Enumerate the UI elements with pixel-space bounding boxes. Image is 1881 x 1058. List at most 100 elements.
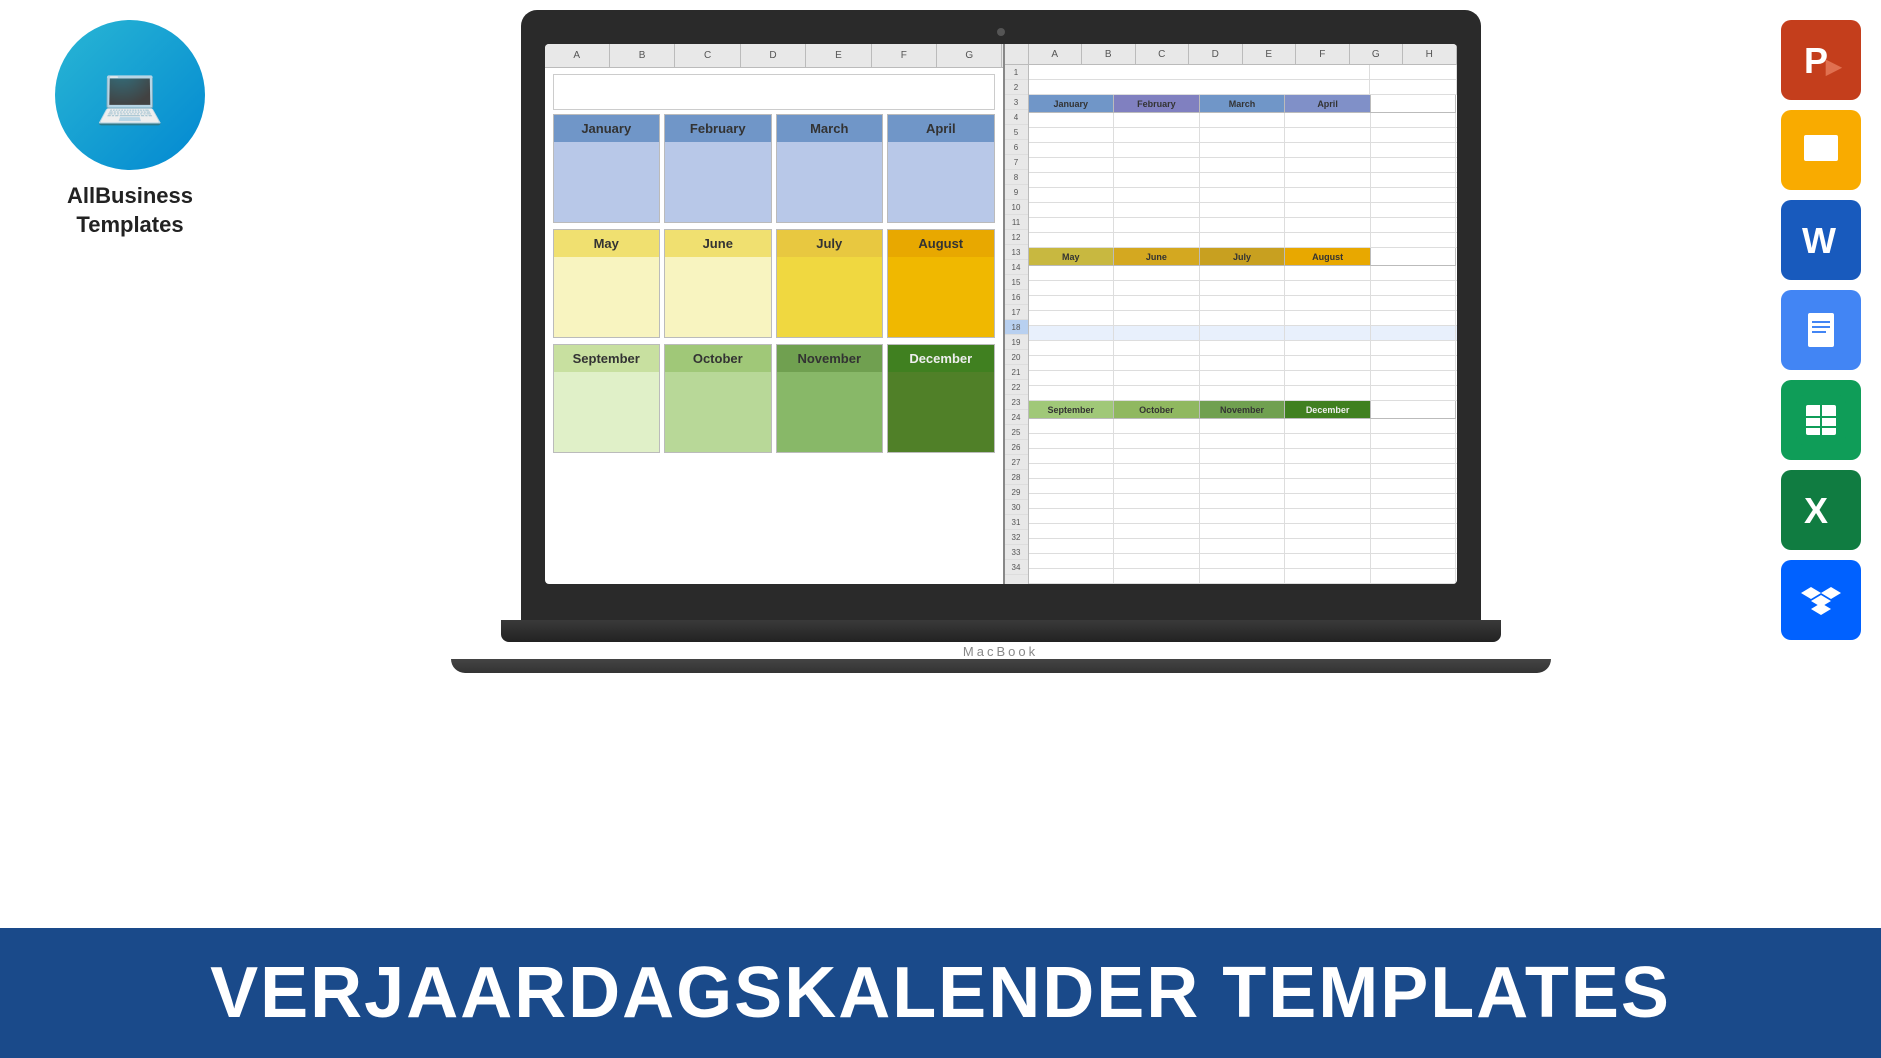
row-33: 33: [1005, 545, 1028, 560]
left-sidebar: 💻 AllBusiness Templates: [20, 20, 240, 239]
row-18: 18: [1005, 320, 1028, 335]
right-col-b: B: [1082, 44, 1136, 64]
right-sidebar: P ▶ W: [1781, 20, 1861, 640]
july-body: [777, 257, 883, 337]
row-12: 12: [1005, 230, 1028, 245]
month-april: April: [887, 114, 995, 223]
cell-2: [1029, 80, 1371, 94]
month-february: February: [664, 114, 772, 223]
data-row-9: [1029, 188, 1457, 203]
right-march-header: March: [1200, 95, 1286, 113]
row-32: 32: [1005, 530, 1028, 545]
right-august-header: August: [1285, 248, 1371, 266]
month-january: January: [553, 114, 661, 223]
month-august: August: [887, 229, 995, 338]
data-row-34: [1029, 569, 1457, 584]
calendar-left: January February March April: [545, 68, 1003, 584]
col-b: B: [610, 44, 675, 67]
dropbox-icon[interactable]: [1781, 560, 1861, 640]
row-6: 6: [1005, 140, 1028, 155]
february-header: February: [665, 115, 771, 142]
january-body: [554, 142, 660, 222]
august-body: [888, 257, 994, 337]
svg-text:▶: ▶: [1825, 56, 1843, 78]
row-3: 3: [1005, 95, 1028, 110]
november-body: [777, 372, 883, 452]
data-row-12: [1029, 233, 1457, 248]
month-october: October: [664, 344, 772, 453]
macbook-camera: [997, 28, 1005, 36]
october-header: October: [665, 345, 771, 372]
row-31: 31: [1005, 515, 1028, 530]
may-body: [554, 257, 660, 337]
right-h2-header: [1371, 248, 1457, 266]
row-29: 29: [1005, 485, 1028, 500]
data-row-11: [1029, 218, 1457, 233]
sheet-right: A B C D E F G H 1 2 3 4: [1005, 44, 1457, 584]
data-row-14: [1029, 266, 1457, 281]
february-body: [665, 142, 771, 222]
title-cell: [1029, 65, 1371, 79]
row-24: 24: [1005, 410, 1028, 425]
march-header: March: [777, 115, 883, 142]
title-row: [553, 74, 995, 110]
november-header: November: [777, 345, 883, 372]
row-22: 22: [1005, 380, 1028, 395]
google-sheets-icon[interactable]: [1781, 380, 1861, 460]
google-slides-icon[interactable]: [1781, 110, 1861, 190]
december-body: [888, 372, 994, 452]
right-col-e: E: [1243, 44, 1297, 64]
word-icon[interactable]: W: [1781, 200, 1861, 280]
row-20: 20: [1005, 350, 1028, 365]
data-row-10: [1029, 203, 1457, 218]
macbook-base: [501, 620, 1501, 642]
macbook-container: A B C D E F G January: [240, 10, 1761, 928]
row-34: 34: [1005, 560, 1028, 575]
right-col-f: F: [1296, 44, 1350, 64]
row-28: 28: [1005, 470, 1028, 485]
right-july-header: July: [1200, 248, 1286, 266]
month-june: June: [664, 229, 772, 338]
row-4: 4: [1005, 110, 1028, 125]
section-header-fall: September October November December: [1029, 401, 1457, 419]
data-row-4: [1029, 113, 1457, 128]
month-march: March: [776, 114, 884, 223]
months-grid-fall: September October November December: [553, 344, 995, 453]
sheet-right-body: 1 2 3 4 5 6 7 8 9 10 11 12 13 14: [1005, 65, 1457, 584]
july-header: July: [777, 230, 883, 257]
month-may: May: [553, 229, 661, 338]
right-december-header: December: [1285, 401, 1371, 419]
right-h-header: [1371, 95, 1457, 113]
section-header-summer: May June July August: [1029, 248, 1457, 266]
sheet-left: A B C D E F G January: [545, 44, 1005, 584]
macbook-foot: [451, 659, 1551, 673]
col-d: D: [741, 44, 806, 67]
powerpoint-icon[interactable]: P ▶: [1781, 20, 1861, 100]
data-row-2: [1029, 80, 1457, 95]
bottom-banner: VERJAARDAGSKALENDER TEMPLATES: [0, 928, 1881, 1058]
svg-text:W: W: [1802, 220, 1836, 261]
data-row-8: [1029, 173, 1457, 188]
col-e: E: [806, 44, 871, 67]
cell-2h: [1370, 80, 1456, 94]
right-october-header: October: [1114, 401, 1200, 419]
row-25: 25: [1005, 425, 1028, 440]
row-27: 27: [1005, 455, 1028, 470]
june-header: June: [665, 230, 771, 257]
data-row-31: [1029, 524, 1457, 539]
row-26: 26: [1005, 440, 1028, 455]
row-1: 1: [1005, 65, 1028, 80]
logo-circle: 💻: [55, 20, 205, 170]
data-row-17: [1029, 311, 1457, 326]
excel-icon[interactable]: X: [1781, 470, 1861, 550]
row-2: 2: [1005, 80, 1028, 95]
month-july: July: [776, 229, 884, 338]
brand-name: AllBusiness Templates: [67, 182, 193, 239]
data-row-7: [1029, 158, 1457, 173]
col-headers-right: A B C D E F G H: [1029, 44, 1457, 64]
month-november: November: [776, 344, 884, 453]
google-docs-icon[interactable]: [1781, 290, 1861, 370]
right-col-h: H: [1403, 44, 1457, 64]
empty-h: [1370, 65, 1456, 79]
row-8: 8: [1005, 170, 1028, 185]
